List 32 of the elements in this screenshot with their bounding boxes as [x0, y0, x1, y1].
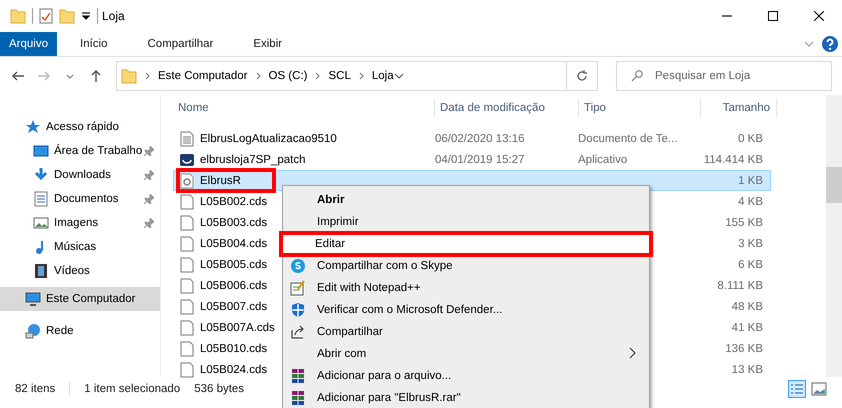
- file-name: L05B005.cds: [200, 258, 268, 270]
- file-name: L05B007A.cds: [200, 322, 275, 334]
- file-size: 41 KB: [732, 322, 763, 334]
- file-size: 114.414 KB: [704, 154, 763, 166]
- selection-info: 1 item selecionado: [84, 383, 180, 395]
- file-name: L05B010.cds: [200, 342, 268, 354]
- file-date: 04/01/2019 15:27: [435, 154, 525, 166]
- file-name: L05B006.cds: [200, 280, 268, 292]
- file-name: L05B002.cds: [200, 196, 268, 208]
- file-size: 136 KB: [725, 342, 763, 354]
- file-name: L05B007.cds: [200, 300, 268, 312]
- file-date: 06/02/2020 13:16: [435, 132, 525, 144]
- file-size: 6 KB: [738, 258, 763, 270]
- file-size: 1 KB: [738, 174, 763, 186]
- file-size: 48 KB: [732, 300, 763, 312]
- selection-size: 536 bytes: [194, 383, 244, 395]
- file-size: 8.111 KB: [717, 280, 763, 292]
- file-name: ElbrusLogAtualizacao9510: [200, 132, 337, 144]
- file-name: L05B004.cds: [200, 238, 268, 250]
- file-name: elbrusloja7SP_patch: [200, 154, 306, 166]
- file-size: 0 KB: [738, 132, 763, 144]
- file-type: Aplicativo: [578, 154, 628, 166]
- file-size: 4 KB: [738, 196, 763, 208]
- window-title: Loja: [102, 9, 125, 23]
- file-size: 3 KB: [738, 238, 763, 250]
- item-count: 82 itens: [15, 383, 56, 395]
- file-name: L05B003.cds: [200, 216, 268, 228]
- file-size: 155 KB: [725, 216, 763, 228]
- file-type: Documento de Te...: [578, 132, 678, 144]
- file-size: 13 KB: [732, 364, 763, 376]
- file-name: L05B024.cds: [200, 364, 268, 376]
- file-name: ElbrusR: [200, 174, 241, 186]
